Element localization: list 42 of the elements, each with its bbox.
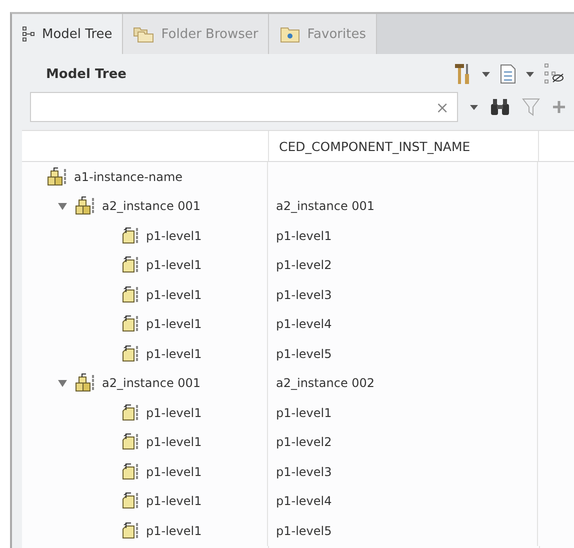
tree-item[interactable]: p1-level1 [146,258,202,272]
tree-item[interactable]: a2_instance 001 [102,199,201,214]
tree-item[interactable]: p1-level1 [146,494,202,508]
caret-icon[interactable] [482,72,490,76]
caret-icon[interactable] [526,72,534,76]
tree-icon [22,26,36,42]
hammer-screwdriver-icon[interactable] [454,63,472,85]
table-cell: p1-level1 [276,406,332,420]
tree-item[interactable]: p1-level1 [146,317,202,332]
search-field[interactable]: × [30,92,458,122]
tree-item[interactable]: p1-level1 [146,228,202,243]
table-cell: a2_instance 002 [276,376,375,390]
table-cell: p1-level3 [276,464,332,479]
tree-item[interactable]: p1-level1 [146,464,202,479]
tree-hide-icon[interactable] [544,63,564,85]
table-cell: p1-level4 [276,317,332,332]
expander-icon[interactable] [58,202,67,211]
tree-item[interactable]: a2_instance 001 [102,376,201,390]
tab[interactable]: Model Tree [12,14,124,54]
binoculars-icon[interactable] [490,98,510,116]
caret-icon[interactable] [470,104,478,110]
table-cell: p1-level2 [276,258,332,272]
tree-item[interactable]: p1-level1 [146,288,202,302]
table-cell: p1-level5 [276,524,332,538]
tree-item[interactable]: a1-instance-name [74,170,183,184]
table-cell: p1-level1 [276,228,332,243]
table-cell: p1-level5 [276,346,332,361]
table-cell: p1-level4 [276,494,332,508]
tree-item[interactable]: p1-level1 [146,524,202,538]
table-cell: p1-level3 [276,288,332,302]
folders-icon [133,25,156,43]
tree-item[interactable]: p1-level1 [146,346,202,361]
panel-title: Model Tree [46,66,126,82]
table-cell: p1-level2 [276,435,332,450]
expander-icon[interactable] [58,378,67,388]
table-cell: a2_instance 001 [276,199,375,214]
column-header[interactable]: CED_COMPONENT_INST_NAME [279,138,470,154]
tree-item[interactable]: p1-level1 [146,435,202,450]
clear-button[interactable]: × [428,98,457,116]
list-icon[interactable] [500,64,516,84]
folder-star-icon [279,25,302,43]
tree-item[interactable]: p1-level1 [146,406,202,420]
